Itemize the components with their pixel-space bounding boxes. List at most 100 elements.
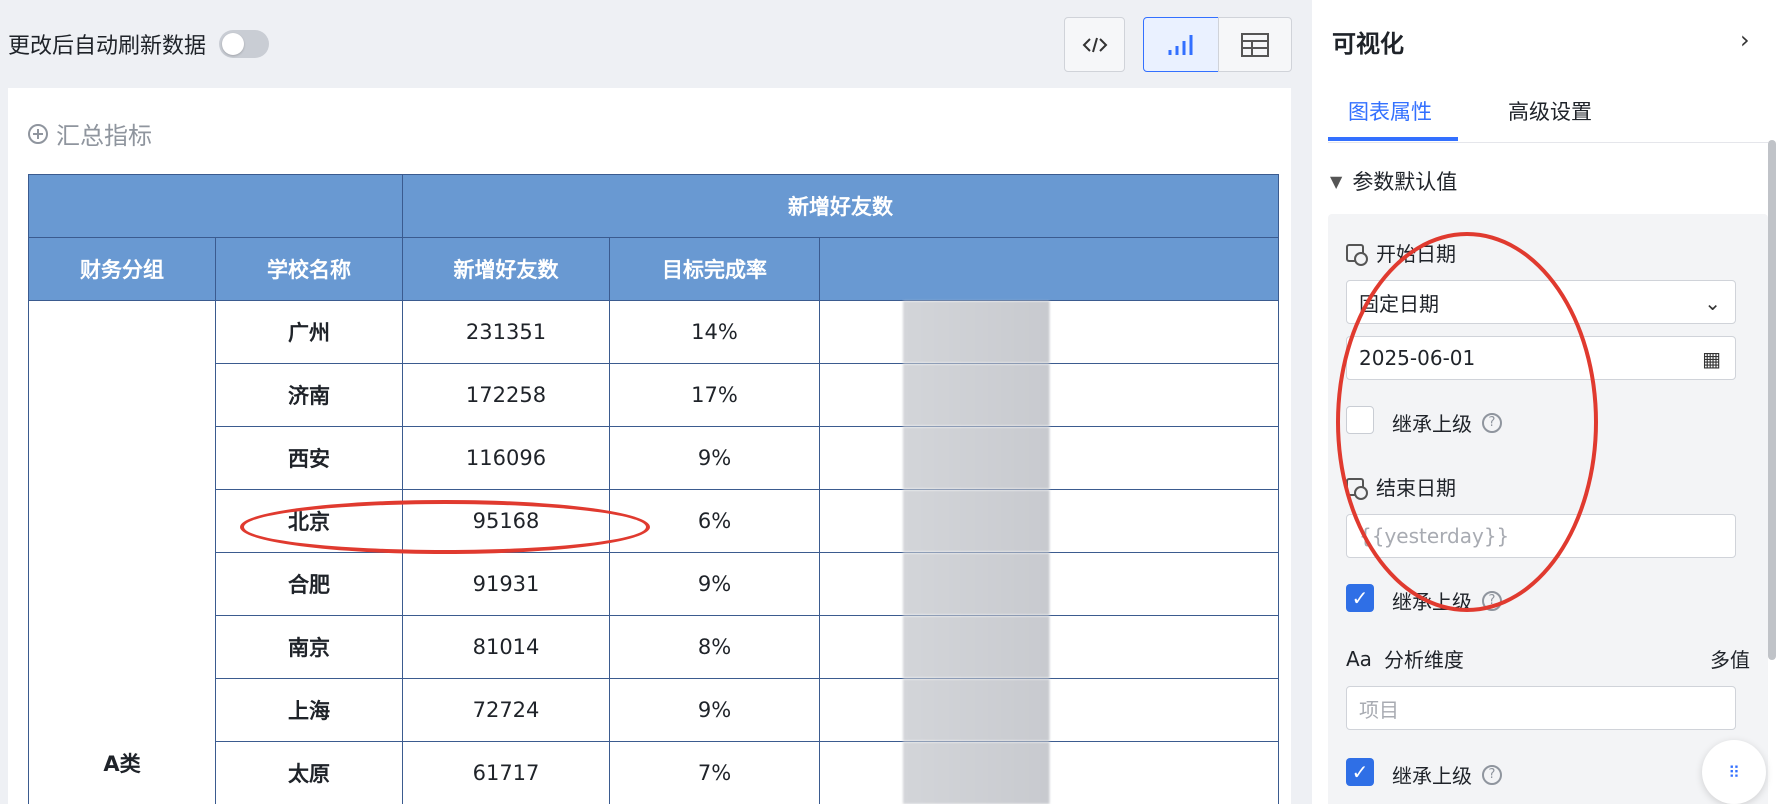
- friends-cell: 172258: [402, 363, 610, 427]
- rate-cell: 14%: [609, 300, 820, 364]
- visualization-panel: 可视化 › 图表属性 高级设置 ▼ 参数默认值 开始日期 固定日期 ⌄ 2025…: [1312, 0, 1786, 804]
- inherit-label-row: 继承上级 ?: [1392, 760, 1502, 789]
- tab-chart-properties[interactable]: 图表属性: [1348, 96, 1432, 126]
- bar-chart-icon: [1168, 34, 1193, 55]
- chevron-down-icon: ▼: [1330, 171, 1343, 191]
- rate-cell: 9%: [609, 552, 820, 616]
- table-group-header-row: 新增好友数: [28, 174, 1280, 238]
- summary-metrics-button[interactable]: 汇总指标: [28, 116, 152, 151]
- column-header[interactable]: 目标完成率: [609, 237, 820, 301]
- code-view-button[interactable]: [1064, 17, 1125, 72]
- rate-cell: 6%: [609, 489, 820, 553]
- start-date-label-row: 开始日期: [1346, 238, 1456, 267]
- school-cell: 济南: [215, 363, 403, 427]
- friends-cell: 72724: [402, 678, 610, 742]
- auto-refresh-toggle[interactable]: [219, 30, 269, 58]
- inherit-label-row: 继承上级 ?: [1392, 586, 1502, 615]
- inherit-checkbox-1[interactable]: [1346, 406, 1374, 434]
- inherit-label: 继承上级: [1392, 590, 1472, 614]
- redacted-cell: [818, 741, 1280, 804]
- section-title: 参数默认值: [1352, 170, 1458, 194]
- inherit-checkbox-3[interactable]: ✓: [1346, 758, 1374, 786]
- school-cell: 北京: [215, 489, 403, 553]
- end-date-label: 结束日期: [1376, 476, 1456, 500]
- help-icon[interactable]: ?: [1482, 764, 1502, 785]
- friends-cell: 61717: [402, 741, 610, 804]
- friends-cell: 231351: [402, 300, 610, 364]
- toggle-knob: [222, 33, 244, 55]
- multi-value-label: 多值: [1710, 648, 1750, 672]
- redacted-column-header: [818, 237, 1280, 301]
- friends-cell: 116096: [402, 426, 610, 490]
- end-date-label-row: 结束日期: [1346, 472, 1456, 501]
- toolbar: 更改后自动刷新数据: [0, 0, 1310, 86]
- redacted-cell: [818, 552, 1280, 616]
- table-view-button[interactable]: [1218, 17, 1292, 72]
- text-aa-icon: Aa: [1346, 646, 1372, 671]
- table-row: A类 广州 231351 14%: [28, 300, 1280, 804]
- table-corner: [28, 174, 403, 238]
- rate-cell: 7%: [609, 741, 820, 804]
- redacted-cell: [818, 615, 1280, 679]
- floating-menu-button[interactable]: ⠿: [1702, 740, 1766, 804]
- column-header[interactable]: 财务分组: [28, 237, 216, 301]
- school-cell: 太原: [215, 741, 403, 804]
- help-icon[interactable]: ?: [1482, 590, 1502, 611]
- data-panel: 汇总指标 新增好友数 财务分组 学校名称 新增好友数 目标完成率 A类 广州 2…: [8, 88, 1291, 804]
- rate-cell: 17%: [609, 363, 820, 427]
- dimension-placeholder: 项目: [1359, 697, 1399, 722]
- summary-label: 汇总指标: [56, 122, 152, 150]
- group-header: 新增好友数: [401, 174, 1280, 238]
- inherit-label-row: 继承上级 ?: [1392, 408, 1502, 437]
- dimension-label: 分析维度: [1383, 648, 1464, 672]
- table-row: 合肥 91931 9%: [29, 552, 1280, 616]
- school-cell: 上海: [215, 678, 403, 742]
- start-mode-select[interactable]: 固定日期 ⌄: [1346, 280, 1736, 324]
- rate-cell: 9%: [609, 426, 820, 490]
- redacted-cell: [818, 363, 1280, 427]
- help-icon[interactable]: ?: [1482, 412, 1502, 433]
- table-row: 太原 61717 7%: [29, 741, 1280, 804]
- table-row: 北京 95168 6%: [29, 489, 1280, 553]
- rate-cell: 9%: [609, 678, 820, 742]
- tab-advanced-settings[interactable]: 高级设置: [1508, 96, 1592, 126]
- dimension-input[interactable]: 项目: [1346, 686, 1736, 730]
- school-cell: 西安: [215, 426, 403, 490]
- start-date-input[interactable]: 2025-06-01 ▦: [1346, 336, 1736, 380]
- panel-title: 可视化: [1332, 30, 1404, 58]
- table-row: 西安 116096 9%: [29, 426, 1280, 490]
- friends-cell: 95168: [402, 489, 610, 553]
- end-date-input[interactable]: {{yesterday}}: [1346, 514, 1736, 558]
- column-header[interactable]: 新增好友数: [402, 237, 610, 301]
- table-icon: [1241, 32, 1269, 57]
- friends-cell: 81014: [402, 615, 610, 679]
- redacted-cell: [818, 426, 1280, 490]
- school-cell: 南京: [215, 615, 403, 679]
- calendar-clock-icon: [1346, 243, 1368, 266]
- scrollbar[interactable]: [1768, 140, 1776, 660]
- active-tab-indicator: [1328, 137, 1458, 141]
- rate-cell: 8%: [609, 615, 820, 679]
- table-row: 济南 172258 17%: [29, 363, 1280, 427]
- code-icon: [1082, 37, 1107, 52]
- chevron-right-icon[interactable]: ›: [1740, 26, 1750, 54]
- inherit-label: 继承上级: [1392, 412, 1472, 436]
- table-row: 南京 81014 8%: [29, 615, 1280, 679]
- table-header-row: 财务分组 学校名称 新增好友数 目标完成率: [28, 237, 1280, 301]
- redacted-cell: [818, 300, 1280, 364]
- tab-bar: 图表属性 高级设置: [1328, 82, 1768, 143]
- param-defaults-section[interactable]: ▼ 参数默认值: [1330, 166, 1457, 196]
- group-cell: A类: [28, 300, 216, 804]
- auto-refresh-label: 更改后自动刷新数据: [8, 34, 207, 59]
- inherit-checkbox-2[interactable]: ✓: [1346, 584, 1374, 612]
- calendar-icon: ▦: [1702, 347, 1721, 371]
- dimension-label-row: Aa 分析维度: [1346, 644, 1464, 673]
- chart-view-button[interactable]: [1143, 17, 1219, 72]
- param-settings-box: 开始日期 固定日期 ⌄ 2025-06-01 ▦ 继承上级 ? 结束日期 {{y…: [1328, 214, 1768, 804]
- inherit-label: 继承上级: [1392, 764, 1472, 788]
- start-mode-value: 固定日期: [1359, 291, 1439, 316]
- redacted-cell: [818, 489, 1280, 553]
- table-row: 上海 72724 9%: [29, 678, 1280, 742]
- column-header[interactable]: 学校名称: [215, 237, 403, 301]
- start-date-label: 开始日期: [1376, 242, 1456, 266]
